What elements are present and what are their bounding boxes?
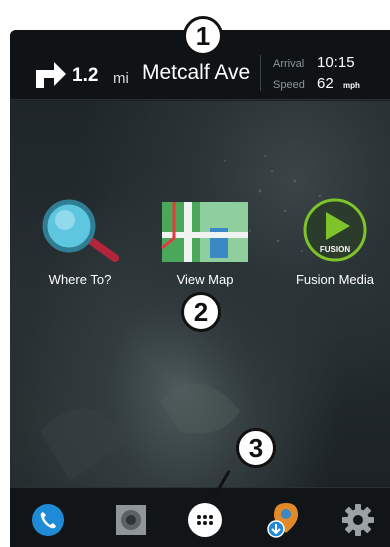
- settings-gear-icon: [342, 504, 374, 536]
- dock-speaker[interactable]: [111, 500, 151, 540]
- map-icon: [161, 202, 248, 262]
- speed-value: 62: [317, 75, 334, 92]
- dock-settings[interactable]: [338, 500, 378, 540]
- magnifier-icon: [42, 199, 119, 262]
- fusion-logo-text: FUSION: [320, 245, 350, 254]
- callout-3: 3: [236, 428, 276, 468]
- device: 1.2 mi Metcalf Ave Arrival 10:15 Speed 6…: [0, 0, 390, 547]
- dock-phone[interactable]: [28, 500, 68, 540]
- speed-unit: mph: [343, 81, 360, 90]
- app-label: Where To?: [48, 272, 112, 287]
- dock-app-drawer[interactable]: [185, 500, 225, 540]
- app-label: View Map: [176, 272, 234, 287]
- arrival-time: 10:15: [317, 54, 355, 71]
- screen: 1.2 mi Metcalf Ave Arrival 10:15 Speed 6…: [10, 30, 390, 547]
- app-label: Fusion Media: [295, 272, 375, 287]
- distance-unit: mi: [113, 70, 129, 87]
- app-view-map[interactable]: View Map: [150, 198, 260, 287]
- speed-label: Speed: [273, 79, 305, 91]
- dock-location-download[interactable]: [264, 500, 304, 540]
- app-where-to[interactable]: Where To?: [25, 198, 135, 287]
- speaker-icon: [116, 505, 146, 535]
- app-fusion-media[interactable]: FUSION Fusion Media: [280, 198, 390, 287]
- phone-icon: [32, 504, 64, 536]
- location-download-icon: [267, 503, 298, 538]
- fusion-play-icon: FUSION: [303, 198, 367, 262]
- callout-1: 1: [183, 16, 223, 56]
- street-name: Metcalf Ave: [142, 61, 251, 84]
- bottom-dock: [10, 487, 390, 547]
- callout-2: 2: [181, 292, 221, 332]
- app-drawer-icon: [188, 503, 222, 537]
- arrival-label: Arrival: [273, 58, 305, 70]
- nav-divider: [260, 55, 261, 91]
- distance-value: 1.2: [72, 65, 99, 86]
- turn-right-icon: [36, 62, 66, 88]
